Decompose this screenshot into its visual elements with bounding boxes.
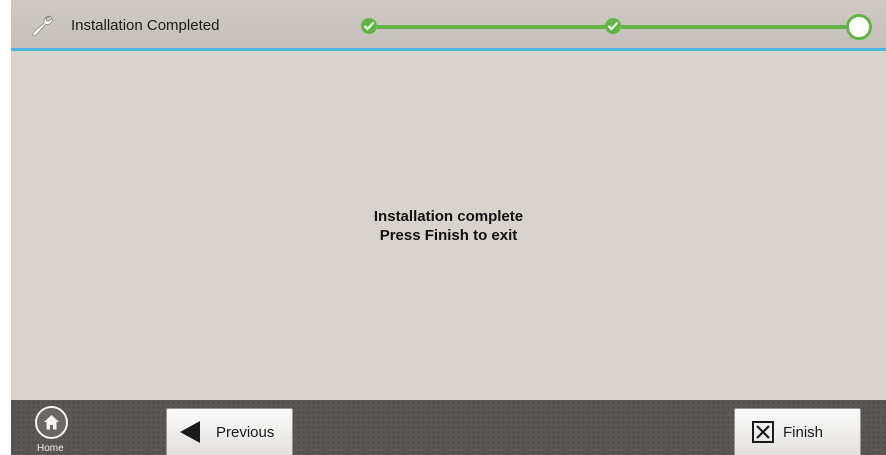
message-line-1: Installation complete	[373, 208, 524, 225]
home-icon	[35, 406, 68, 439]
step-1-complete-icon	[361, 18, 377, 34]
left-arrow-icon	[180, 421, 200, 443]
previous-label: Previous	[216, 424, 275, 441]
progress-line-2	[621, 25, 849, 29]
footer-bar: Home Previous Finish	[11, 400, 886, 455]
close-box-icon	[752, 421, 774, 443]
step-2-complete-icon	[605, 18, 621, 34]
wrench-icon	[32, 15, 53, 37]
installer-screen: Installation Completed Installation comp…	[11, 0, 886, 455]
finish-label: Finish	[783, 424, 824, 441]
home-label: Home	[37, 443, 64, 454]
progress-line-1	[377, 25, 605, 29]
step-3-current-icon	[846, 14, 872, 40]
page-title: Installation Completed	[71, 17, 220, 34]
previous-button[interactable]: Previous	[166, 408, 293, 455]
header-bar: Installation Completed	[11, 0, 886, 50]
header-accent-line	[11, 48, 886, 51]
home-button[interactable]: Home	[33, 406, 79, 455]
message-line-2: Press Finish to exit	[379, 227, 518, 244]
status-message: Installation complete Press Finish to ex…	[11, 207, 886, 245]
finish-button[interactable]: Finish	[734, 408, 861, 455]
